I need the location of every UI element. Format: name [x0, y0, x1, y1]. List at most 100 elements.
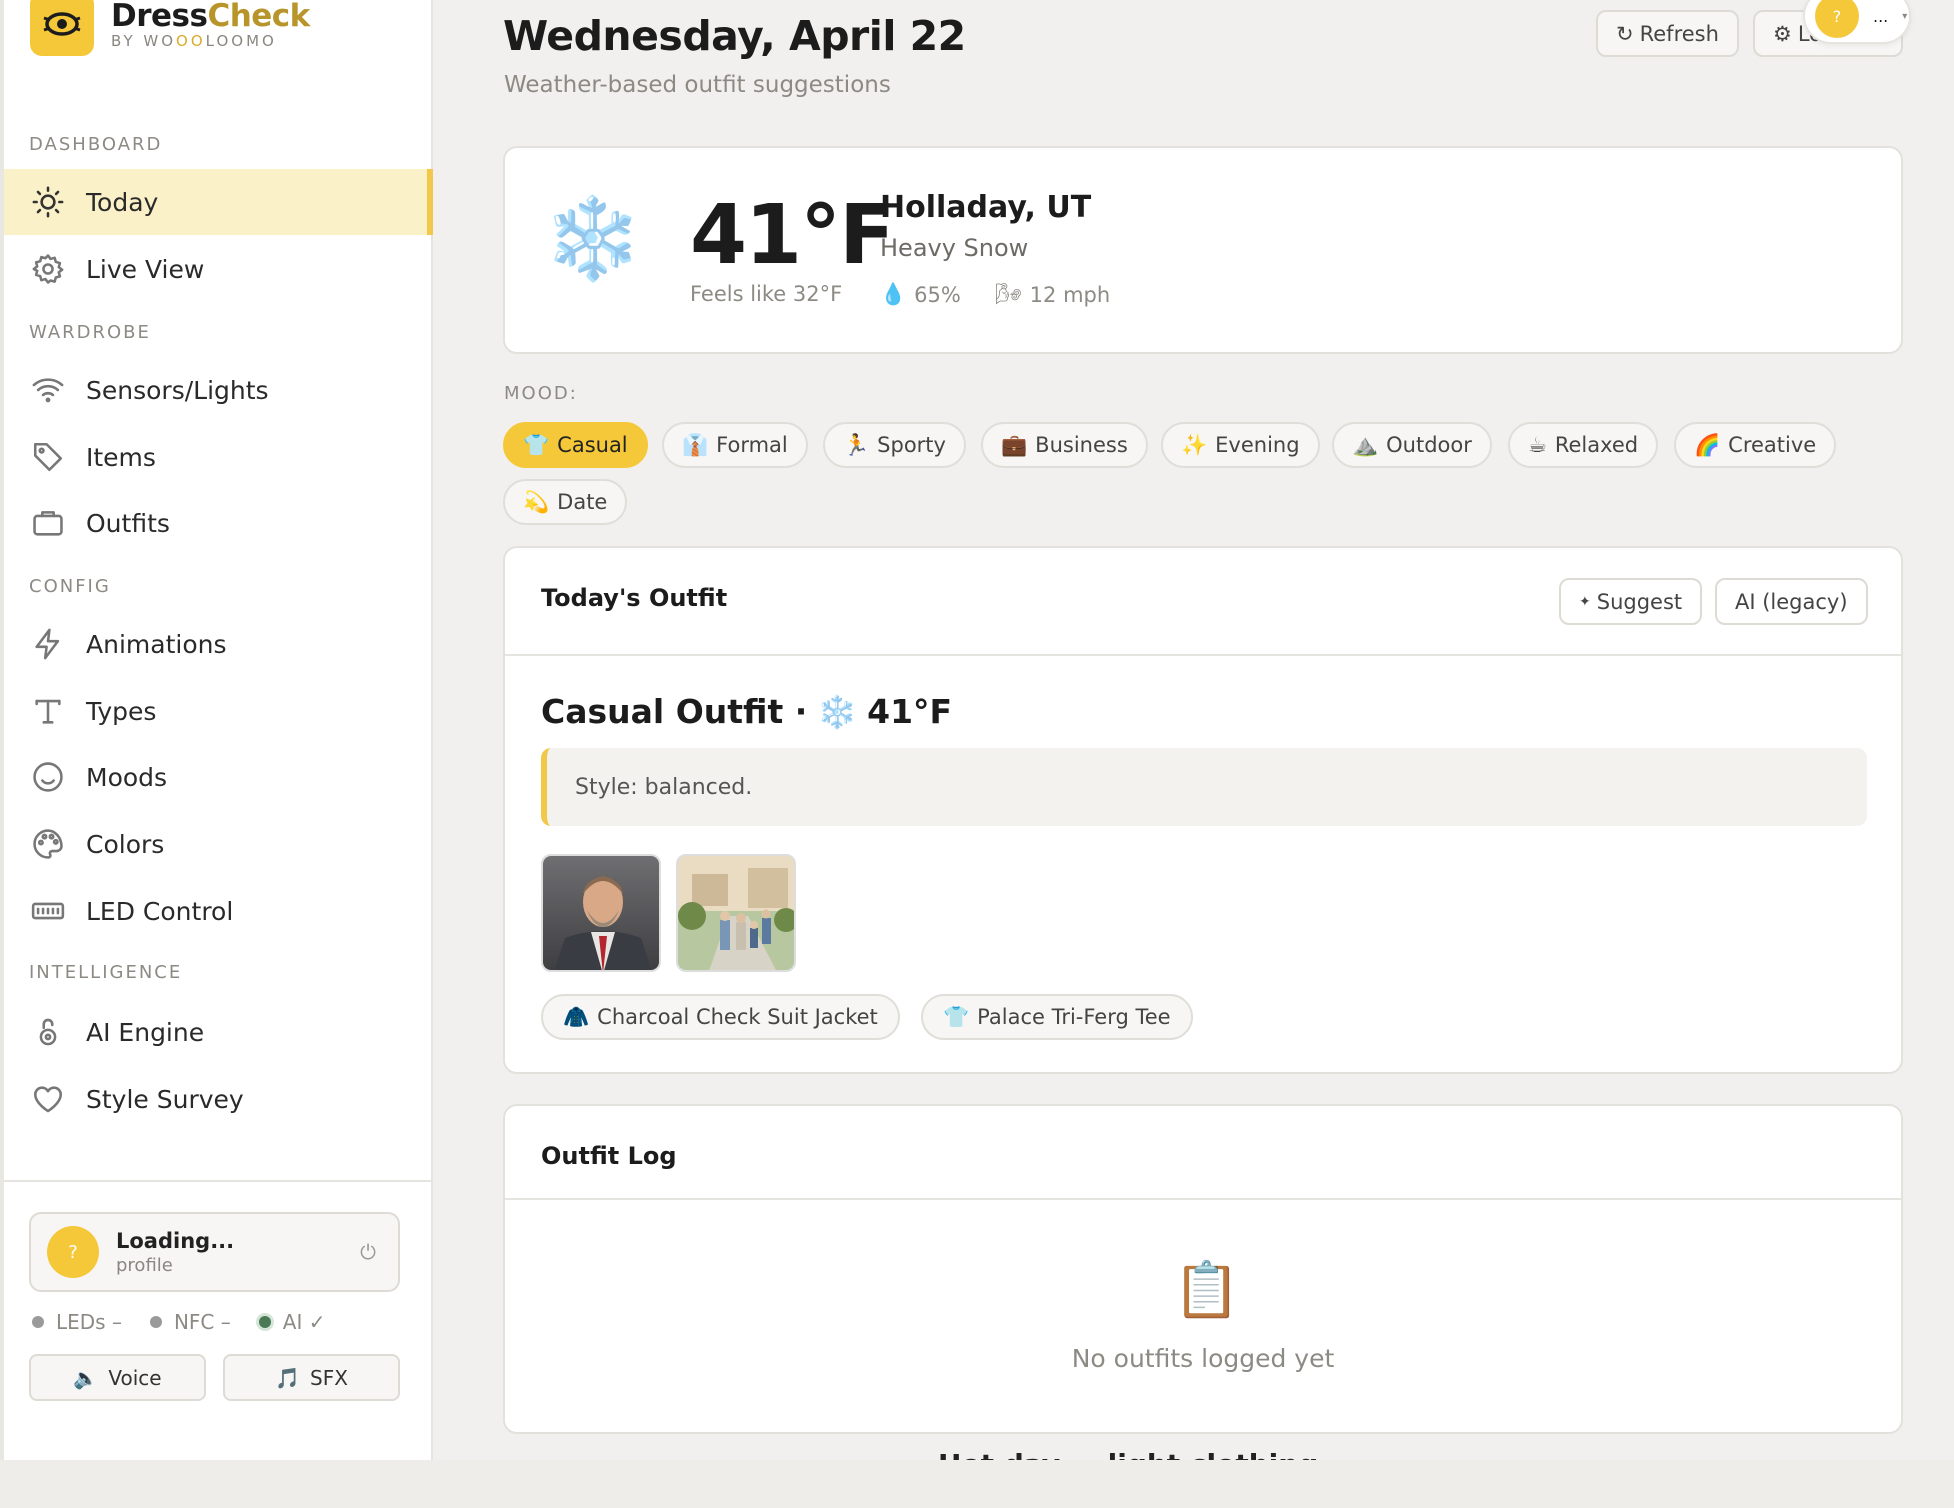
- section-dashboard: DASHBOARD: [29, 134, 163, 155]
- sidebar-item-label: Outfits: [86, 508, 170, 538]
- snowflake-icon: ❄️: [543, 192, 643, 285]
- wifi-icon: [30, 372, 66, 408]
- partially-visible-heading: Hot day — light clothing: [938, 1448, 1318, 1460]
- sidebar-item-moods[interactable]: Moods: [4, 744, 433, 810]
- divider: [505, 1198, 1901, 1200]
- outfit-title: Casual Outfit · ❄️ 41°F: [541, 692, 953, 731]
- rainbow-icon: 🌈: [1694, 432, 1721, 457]
- page-subtitle: Weather-based outfit suggestions: [504, 72, 891, 98]
- avatar: ?: [1815, 0, 1859, 38]
- runner-icon: 🏃: [843, 432, 870, 457]
- sidebar-item-items[interactable]: Items: [4, 424, 433, 490]
- bolt-icon: [30, 626, 66, 662]
- sidebar: DressCheck BY WOOOLOOMO DASHBOARD Today …: [0, 0, 433, 1460]
- type-icon: [30, 693, 66, 729]
- app-window: DressCheck BY WOOOLOOMO DASHBOARD Today …: [0, 0, 1954, 1460]
- briefcase-icon: 💼: [1001, 432, 1028, 457]
- sidebar-item-types[interactable]: Types: [4, 678, 433, 744]
- refresh-button[interactable]: ↻ Refresh: [1596, 10, 1739, 57]
- sfx-button[interactable]: 🎵 SFX: [223, 1354, 400, 1401]
- feels-like: Feels like 32°F: [690, 282, 843, 306]
- ai-lock-icon: [30, 1014, 66, 1050]
- profile-name: Loading...: [116, 1228, 235, 1253]
- chevron-down-icon: ▾: [1902, 10, 1908, 22]
- mood-chip-casual[interactable]: 👕 Casual: [503, 422, 648, 468]
- status-row: LEDs – NFC – AI ✓: [32, 1310, 325, 1334]
- dizzy-star-icon: 💫: [523, 489, 550, 514]
- sidebar-item-label: Items: [86, 442, 156, 472]
- wind: 🌬 12 mph: [995, 282, 1111, 307]
- user-menu-label: ...: [1873, 6, 1889, 26]
- mood-chip-date[interactable]: 💫 Date: [503, 479, 628, 525]
- sidebar-item-colors[interactable]: Colors: [4, 811, 433, 877]
- eye-logo-icon: [30, 0, 94, 56]
- status-ai: AI ✓: [258, 1310, 325, 1334]
- brand-name: DressCheck: [111, 0, 310, 34]
- section-intelligence: INTELLIGENCE: [29, 962, 183, 983]
- style-note: Style: balanced.: [541, 748, 1867, 826]
- mood-chip-business[interactable]: 💼 Business: [981, 422, 1148, 468]
- voice-button[interactable]: 🔈 Voice: [29, 1354, 206, 1401]
- page-title: Wednesday, April 22: [503, 12, 966, 60]
- status-dot-icon: [149, 1316, 162, 1328]
- item-photo-jacket[interactable]: [541, 854, 661, 972]
- mood-chip-outdoor[interactable]: ⛰️ Outdoor: [1332, 422, 1492, 468]
- mood-chip-formal[interactable]: 👔 Formal: [662, 422, 808, 468]
- briefcase-icon: [30, 505, 66, 541]
- clipboard-icon: 📋: [1173, 1258, 1241, 1321]
- mood-label: MOOD:: [504, 383, 578, 404]
- weather-card: ❄️ 41°F Feels like 32°F Holladay, UT Hea…: [503, 146, 1903, 354]
- shirt-icon: 👕: [523, 432, 550, 457]
- sparkle-icon: ✦: [1579, 593, 1591, 610]
- outfit-item-chip[interactable]: 🧥 Charcoal Check Suit Jacket: [541, 994, 900, 1040]
- sidebar-item-today[interactable]: Today: [4, 169, 433, 235]
- mood-chip-relaxed[interactable]: ☕ Relaxed: [1508, 422, 1659, 468]
- sidebar-item-animations[interactable]: Animations: [4, 611, 433, 677]
- humidity: 💧 65%: [880, 282, 961, 307]
- status-nfc: NFC –: [149, 1310, 231, 1334]
- mood-chip-sporty[interactable]: 🏃 Sporty: [823, 422, 966, 468]
- coffee-icon: ☕: [1528, 433, 1547, 457]
- gear-icon: [30, 251, 66, 287]
- ai-legacy-button[interactable]: AI (legacy): [1715, 578, 1868, 625]
- sidebar-item-ai-engine[interactable]: AI Engine: [4, 999, 433, 1065]
- user-menu[interactable]: ? ... ▾: [1803, 0, 1911, 44]
- sidebar-item-label: Style Survey: [86, 1084, 244, 1114]
- status-dot-icon: [258, 1316, 271, 1328]
- mood-chip-creative[interactable]: 🌈 Creative: [1674, 422, 1837, 468]
- todays-outfit-card: Today's Outfit ✦ Suggest AI (legacy) Casu…: [503, 546, 1903, 1074]
- empty-state-text: No outfits logged yet: [1071, 1344, 1335, 1373]
- item-photo-tee[interactable]: [676, 854, 796, 972]
- brand[interactable]: DressCheck BY WOOOLOOMO: [30, 0, 310, 56]
- sidebar-item-label: Moods: [86, 762, 168, 792]
- sidebar-item-label: Live View: [86, 254, 205, 284]
- coat-icon: 🧥: [563, 1004, 590, 1029]
- sidebar-item-label: Sensors/Lights: [86, 375, 269, 405]
- condition: Heavy Snow: [880, 234, 1029, 262]
- sidebar-item-led-control[interactable]: LED Control: [4, 878, 433, 944]
- tie-shirt-icon: 👔: [682, 432, 709, 457]
- status-leds: LEDs –: [32, 1310, 122, 1334]
- sidebar-item-label: Types: [86, 696, 157, 726]
- smile-icon: [30, 759, 66, 795]
- sidebar-item-live-view[interactable]: Live View: [4, 236, 433, 302]
- profile-card[interactable]: ? Loading... profile ⏻: [29, 1212, 400, 1292]
- card-title: Outfit Log: [541, 1142, 677, 1170]
- outfit-item-chip[interactable]: 👕 Palace Tri-Ferg Tee: [921, 994, 1193, 1040]
- mood-chip-evening[interactable]: ✨ Evening: [1161, 422, 1320, 468]
- sidebar-item-outfits[interactable]: Outfits: [4, 490, 433, 556]
- sidebar-item-style-survey[interactable]: Style Survey: [4, 1066, 433, 1132]
- led-strip-icon: [30, 893, 66, 929]
- sidebar-item-label: LED Control: [86, 896, 234, 926]
- power-icon[interactable]: ⏻: [360, 1240, 376, 1264]
- sidebar-item-label: Colors: [86, 829, 165, 859]
- sidebar-item-label: Today: [86, 187, 159, 217]
- suggest-button[interactable]: ✦ Suggest: [1559, 578, 1703, 625]
- sun-icon: [30, 184, 66, 220]
- outfit-log-card: Outfit Log 📋 No outfits logged yet: [503, 1104, 1903, 1434]
- sidebar-item-sensors-lights[interactable]: Sensors/Lights: [4, 357, 433, 423]
- profile-subtitle: profile: [116, 1254, 173, 1276]
- shirt-icon: 👕: [943, 1004, 970, 1029]
- section-config: CONFIG: [29, 576, 111, 597]
- heart-icon: [30, 1081, 66, 1117]
